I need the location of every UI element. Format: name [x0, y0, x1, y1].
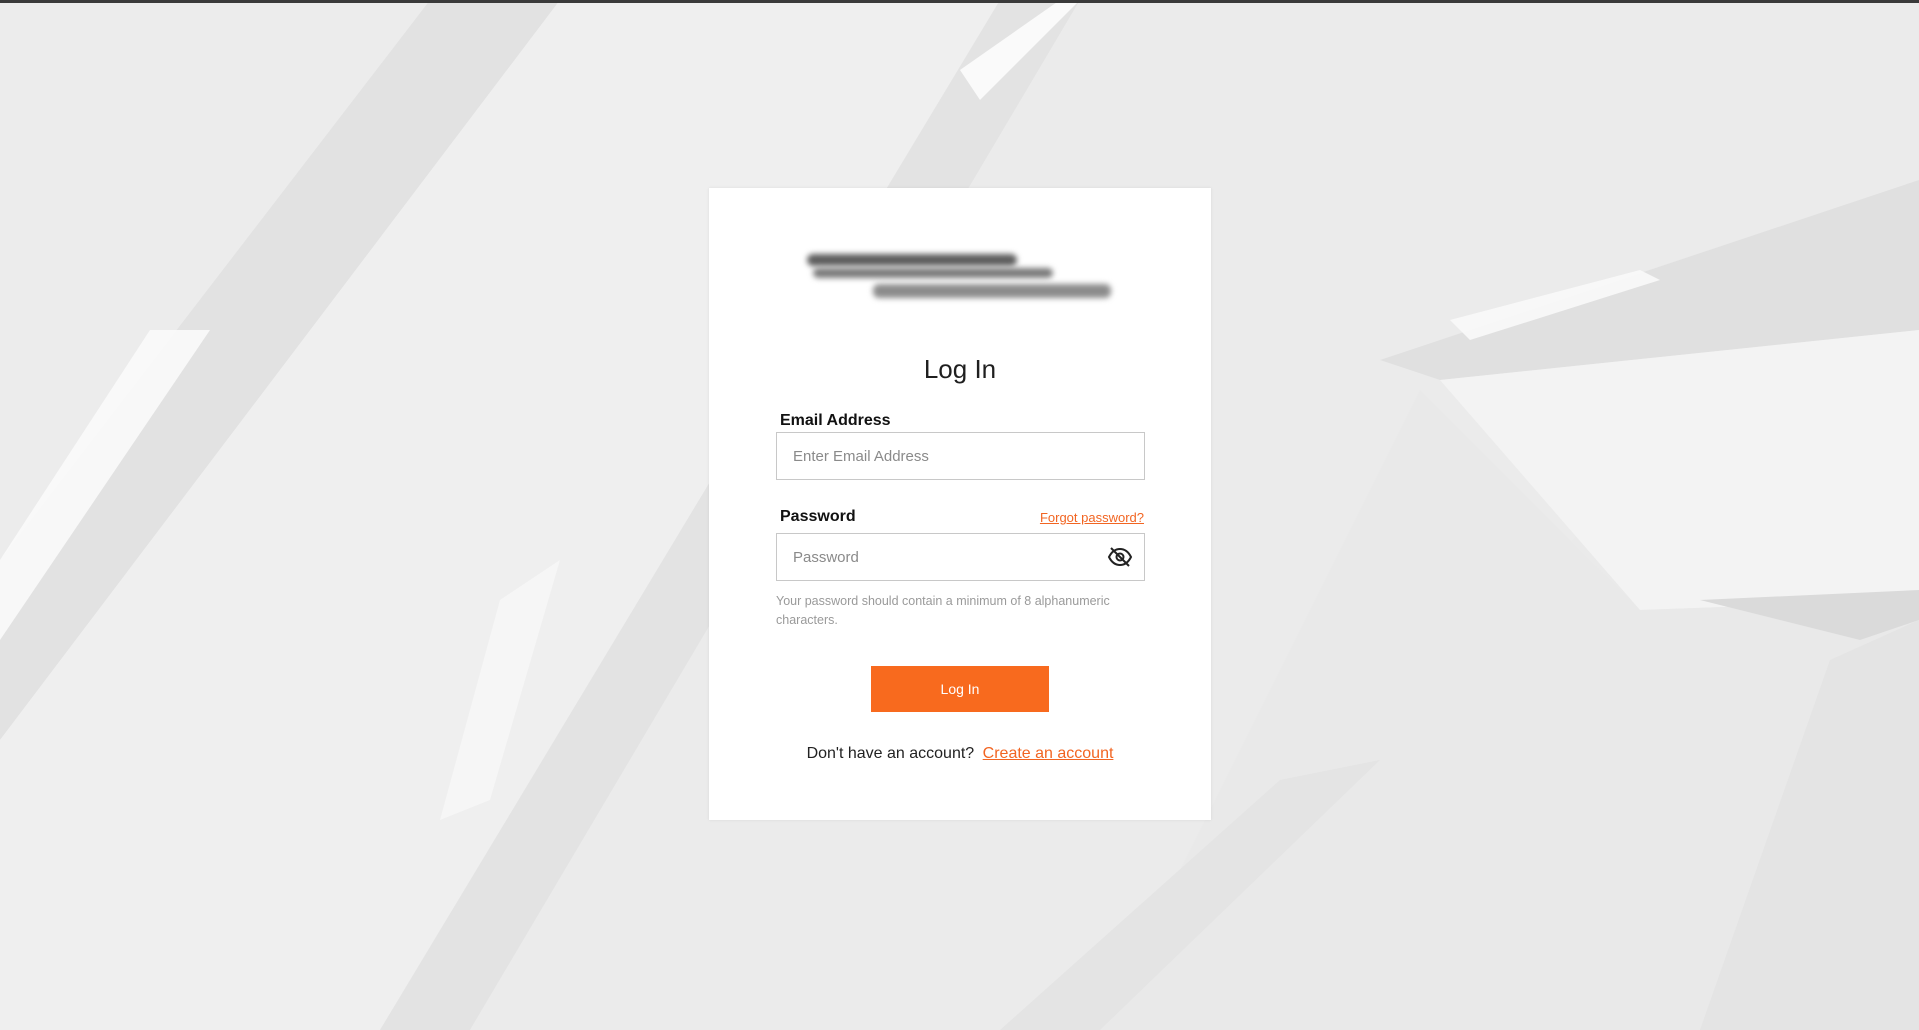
logo-mark: [873, 284, 1111, 298]
email-label: Email Address: [780, 412, 891, 429]
password-field[interactable]: [776, 533, 1145, 581]
eye-off-icon[interactable]: [1107, 546, 1133, 568]
logo-mark: [807, 254, 1017, 266]
forgot-password-link[interactable]: Forgot password?: [1040, 510, 1144, 525]
window-top-border: [0, 0, 1919, 3]
email-field[interactable]: [776, 432, 1145, 480]
password-hint: Your password should contain a minimum o…: [776, 594, 1110, 627]
logo-mark: [813, 268, 1053, 278]
password-label: Password: [780, 508, 856, 525]
login-card: Log In Email Address Password Forgot pas…: [709, 188, 1211, 820]
signup-row: Don't have an account? Create an account: [709, 745, 1211, 763]
signup-prompt: Don't have an account?: [806, 745, 975, 762]
company-logo: [807, 250, 1113, 312]
login-button[interactable]: Log In: [871, 666, 1049, 712]
create-account-link[interactable]: Create an account: [983, 745, 1114, 762]
page-title: Log In: [923, 354, 997, 384]
